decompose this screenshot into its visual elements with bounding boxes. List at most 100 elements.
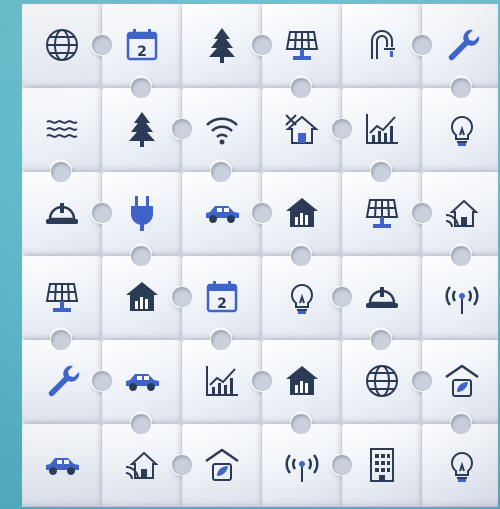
puzzle-piece [262, 78, 352, 170]
puzzle-piece [252, 4, 341, 97]
puzzle-piece [22, 162, 112, 254]
wrench-icon [442, 25, 482, 65]
antenna-icon [442, 277, 482, 317]
piece-blank [211, 330, 231, 350]
piece-blank [92, 203, 112, 223]
puzzle-piece [22, 256, 101, 349]
puzzle-piece [252, 172, 341, 265]
house-stats-icon [282, 193, 322, 233]
puzzle-piece [412, 340, 498, 433]
puzzle-piece [172, 424, 261, 506]
water-waves-icon [42, 109, 82, 149]
house-stats-icon [282, 361, 322, 401]
puzzle-piece [182, 162, 272, 254]
bar-chart-icon [362, 109, 402, 149]
solar-panel-icon [362, 193, 402, 233]
puzzle-piece [172, 88, 261, 181]
wifi-icon [202, 109, 242, 149]
piece-blank [172, 119, 192, 139]
puzzle-piece [262, 414, 352, 506]
puzzle-piece [252, 340, 341, 433]
piece-blank [371, 330, 391, 350]
puzzle-piece [422, 414, 498, 506]
puzzle-piece [332, 256, 421, 349]
tree-icon [202, 25, 242, 65]
puzzle-piece [412, 172, 498, 265]
piece-blank [371, 162, 391, 182]
lightbulb-icon [282, 277, 322, 317]
eco-house-icon [442, 361, 482, 401]
piece-blank [332, 455, 352, 475]
tree-icon [122, 109, 162, 149]
piece-blank [51, 330, 71, 350]
puzzle-piece [22, 424, 101, 506]
puzzle-piece [422, 78, 498, 170]
piece-blank [92, 35, 112, 55]
piece-blank [211, 162, 231, 182]
piece-blank [252, 35, 272, 55]
puzzle-piece [22, 4, 112, 86]
piece-blank [252, 371, 272, 391]
piece-blank [172, 455, 192, 475]
puzzle-piece [342, 4, 432, 86]
hard-hat-icon [362, 277, 402, 317]
puzzle-piece [22, 330, 112, 422]
car-icon [122, 361, 162, 401]
piece-blank [291, 246, 311, 266]
puzzle-piece [102, 414, 192, 506]
bar-chart-icon [202, 361, 242, 401]
piece-blank [412, 371, 432, 391]
piece-blank [252, 203, 272, 223]
svg-text:2: 2 [137, 44, 147, 60]
svg-text:2: 2 [217, 296, 227, 312]
piece-blank [131, 414, 151, 434]
puzzle-piece [332, 424, 421, 506]
smart-home-icon [442, 193, 482, 233]
piece-blank [131, 246, 151, 266]
piece-blank [51, 162, 71, 182]
solar-panel-icon [282, 25, 322, 65]
lightbulb-icon [442, 445, 482, 485]
plug-icon [122, 193, 162, 233]
puzzle-piece [102, 246, 192, 338]
piece-blank [412, 35, 432, 55]
house-stats-icon [122, 277, 162, 317]
puzzle-piece [92, 340, 181, 433]
piece-blank [92, 371, 112, 391]
puzzle-piece [262, 246, 352, 338]
car-icon [42, 445, 82, 485]
piece-blank [451, 78, 471, 98]
puzzle-piece [182, 330, 272, 422]
puzzle-piece [22, 88, 101, 181]
globe-icon [362, 361, 402, 401]
puzzle-piece [92, 172, 181, 265]
piece-blank [451, 414, 471, 434]
piece-blank [172, 287, 192, 307]
puzzle-piece [342, 162, 432, 254]
puzzle-piece: 2 [92, 4, 181, 97]
calendar-icon: 2 [122, 25, 162, 65]
puzzle-piece [342, 330, 432, 422]
house-tools-icon [282, 109, 322, 149]
hard-hat-icon [42, 193, 82, 233]
smart-home-icon [122, 445, 162, 485]
puzzle-piece [412, 4, 498, 97]
eco-house-icon [202, 445, 242, 485]
puzzle-piece [102, 78, 192, 170]
piece-blank [291, 78, 311, 98]
piece-blank [291, 414, 311, 434]
puzzle-piece [332, 88, 421, 181]
car-icon [202, 193, 242, 233]
faucet-icon [362, 25, 402, 65]
globe-icon [42, 25, 82, 65]
lightbulb-icon [442, 109, 482, 149]
puzzle-piece [422, 246, 498, 338]
puzzle-piece [182, 4, 272, 86]
piece-blank [451, 246, 471, 266]
calendar-icon: 2 [202, 277, 242, 317]
building-icon [362, 445, 402, 485]
piece-blank [412, 203, 432, 223]
antenna-icon [282, 445, 322, 485]
piece-blank [131, 78, 151, 98]
piece-blank [332, 287, 352, 307]
